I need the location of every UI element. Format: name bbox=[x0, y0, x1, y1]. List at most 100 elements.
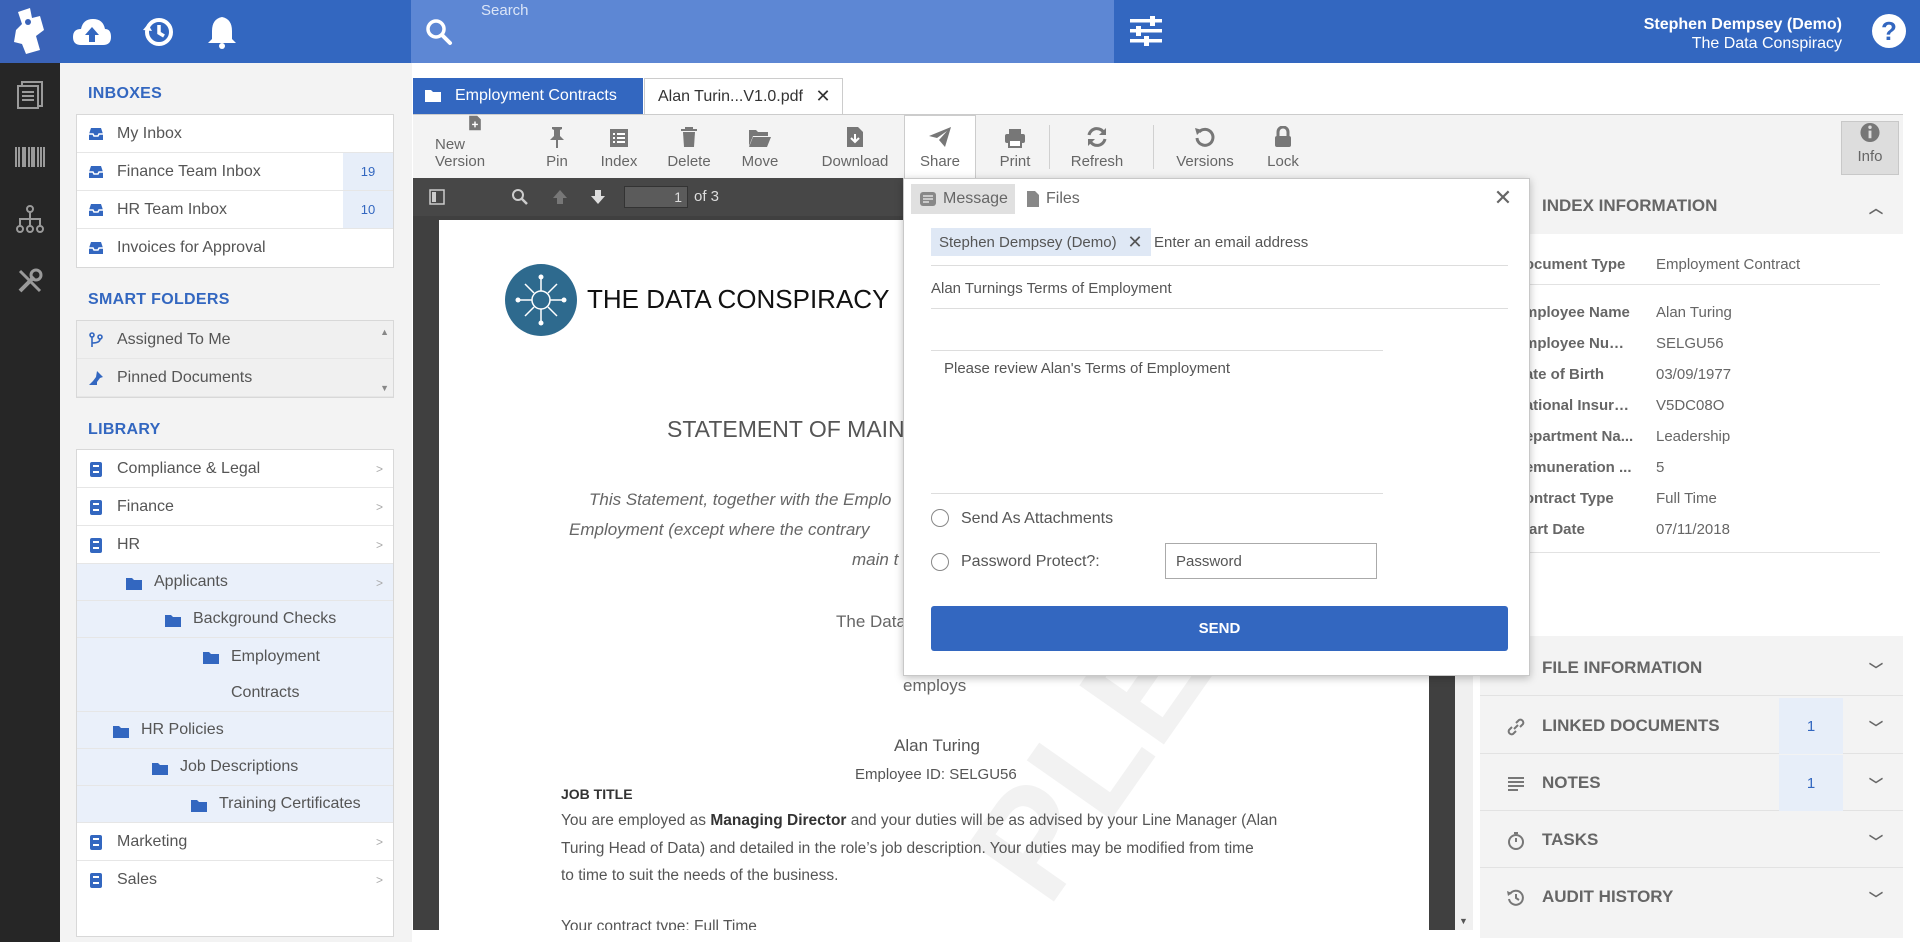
user-info[interactable]: Stephen Dempsey (Demo) The Data Conspira… bbox=[1644, 15, 1842, 53]
password-protect-radio[interactable] bbox=[931, 553, 949, 571]
chevron-down-icon[interactable]: ﹀ bbox=[1869, 660, 1883, 680]
library-item-employment-contracts[interactable]: Employment bbox=[77, 638, 393, 675]
inbox-item-invoices[interactable]: Invoices for Approval bbox=[77, 229, 393, 267]
library-item-job-descriptions[interactable]: Job Descriptions bbox=[77, 749, 393, 786]
library-item-background-checks[interactable]: Background Checks bbox=[77, 601, 393, 638]
move-button[interactable]: Move bbox=[735, 115, 785, 179]
sidebar-toggle-icon[interactable] bbox=[429, 189, 445, 210]
app-logo[interactable] bbox=[0, 0, 60, 63]
download-button[interactable]: Download bbox=[818, 115, 892, 179]
trash-icon bbox=[681, 127, 697, 147]
job-body-line-2: Turing Head of Data) and detailed in the… bbox=[561, 840, 1254, 857]
job-body-line-3: to time to suit the needs of the busines… bbox=[561, 867, 839, 884]
next-page-icon[interactable] bbox=[589, 188, 607, 211]
library-item-applicants[interactable]: Applicants > bbox=[77, 564, 393, 601]
smart-folder-pinned[interactable]: Pinned Documents bbox=[77, 359, 393, 397]
library-item-marketing[interactable]: Marketing > bbox=[77, 823, 393, 861]
index-information-fields: Document Type Employment Contract Employe… bbox=[1480, 234, 1903, 636]
share-tab-message[interactable]: Message bbox=[911, 184, 1015, 214]
chevron-down-icon[interactable]: ﹀ bbox=[1869, 832, 1883, 852]
body-text: You are employed as bbox=[561, 812, 711, 829]
chevron-down-icon[interactable]: ﹀ bbox=[1869, 775, 1883, 795]
index-information-header[interactable]: INDEX INFORMATION ︿ bbox=[1480, 178, 1903, 234]
print-button[interactable]: Print bbox=[989, 115, 1041, 179]
inbox-item-finance-team[interactable]: Finance Team Inbox 19 bbox=[77, 153, 393, 191]
library-tree: Compliance & Legal > Finance > HR > Appl… bbox=[76, 449, 394, 937]
help-icon[interactable]: ? bbox=[1872, 14, 1906, 48]
find-icon[interactable] bbox=[511, 188, 529, 211]
divider bbox=[931, 493, 1383, 494]
inbox-item-my-inbox[interactable]: My Inbox bbox=[77, 115, 393, 153]
documents-icon[interactable] bbox=[12, 77, 48, 113]
chevron-down-icon[interactable]: ﹀ bbox=[1869, 889, 1883, 909]
send-as-attachments-radio[interactable] bbox=[931, 509, 949, 527]
file-information-header[interactable]: FILE INFORMATION ﹀ bbox=[1480, 640, 1903, 696]
filter-sliders-icon[interactable] bbox=[1128, 15, 1164, 52]
library-item-employment-contracts-line2[interactable]: Contracts bbox=[77, 675, 393, 712]
library-item-compliance[interactable]: Compliance & Legal > bbox=[77, 450, 393, 488]
search-input[interactable] bbox=[481, 0, 1081, 20]
workflow-tree-icon[interactable] bbox=[12, 201, 48, 237]
barcode-icon[interactable] bbox=[12, 139, 48, 175]
email-input[interactable] bbox=[1154, 230, 1504, 254]
tasks-header[interactable]: TASKS ﹀ bbox=[1480, 812, 1903, 868]
send-button[interactable]: SEND bbox=[931, 606, 1508, 651]
page-number-input[interactable] bbox=[624, 186, 688, 208]
section-label: FILE INFORMATION bbox=[1542, 657, 1703, 677]
chevron-up-icon[interactable]: ︿ bbox=[1869, 198, 1883, 218]
library-label: Background Checks bbox=[193, 610, 337, 627]
info-button[interactable]: Info bbox=[1841, 121, 1899, 175]
cabinet-icon bbox=[90, 462, 102, 477]
smart-folder-label: Assigned To Me bbox=[117, 330, 231, 348]
page-count: of 3 bbox=[694, 188, 720, 205]
library-label: Employment bbox=[231, 647, 320, 665]
password-field[interactable] bbox=[1165, 543, 1377, 579]
versions-button[interactable]: Versions bbox=[1169, 115, 1241, 179]
library-item-hr-policies[interactable]: HR Policies bbox=[77, 712, 393, 749]
message-textarea[interactable]: Please review Alan's Terms of Employment bbox=[944, 360, 1230, 377]
employs-line: employs bbox=[903, 676, 967, 695]
recipient-chip: Stephen Dempsey (Demo) ✕ bbox=[931, 228, 1151, 256]
close-tab-icon[interactable]: ✕ bbox=[814, 87, 832, 105]
field-key: Employee Name bbox=[1514, 304, 1630, 321]
scroll-down-arrow-icon[interactable]: ▼ bbox=[1459, 916, 1468, 926]
delete-button[interactable]: Delete bbox=[662, 115, 716, 179]
remove-recipient-icon[interactable]: ✕ bbox=[1127, 233, 1142, 251]
index-button[interactable]: Index bbox=[594, 115, 644, 179]
tab-employment-contracts[interactable]: Employment Contracts bbox=[413, 78, 643, 114]
subject-field[interactable]: Alan Turnings Terms of Employment bbox=[931, 280, 1172, 297]
field-key: National Insura... bbox=[1514, 397, 1634, 414]
library-item-training-certificates[interactable]: Training Certificates bbox=[77, 786, 393, 823]
notification-bell-icon[interactable] bbox=[200, 10, 244, 54]
chevron-right-icon: > bbox=[375, 462, 383, 476]
new-version-button[interactable]: New Version bbox=[435, 115, 515, 179]
history-icon[interactable] bbox=[136, 10, 180, 54]
close-icon[interactable]: ✕ bbox=[1493, 187, 1513, 209]
tools-icon[interactable] bbox=[12, 263, 48, 299]
share-tab-files[interactable]: Files bbox=[1022, 184, 1080, 214]
search-icon[interactable] bbox=[425, 18, 453, 51]
tab-label: Alan Turin...V1.0.pdf bbox=[658, 87, 803, 105]
inbox-label: My Inbox bbox=[117, 124, 182, 142]
library-item-hr[interactable]: HR > bbox=[77, 526, 393, 564]
upload-cloud-icon[interactable] bbox=[70, 10, 114, 54]
scroll-up-arrow-icon[interactable]: ▲ bbox=[380, 327, 389, 337]
library-item-finance[interactable]: Finance > bbox=[77, 488, 393, 526]
lock-button[interactable]: Lock bbox=[1263, 115, 1303, 179]
chevron-down-icon[interactable]: ﹀ bbox=[1869, 718, 1883, 738]
linked-documents-header[interactable]: LINKED DOCUMENTS 1 ﹀ bbox=[1480, 698, 1903, 754]
previous-page-icon[interactable] bbox=[551, 188, 569, 211]
share-button[interactable]: Share bbox=[904, 115, 976, 179]
notes-header[interactable]: NOTES 1 ﹀ bbox=[1480, 755, 1903, 811]
toolbar-separator bbox=[1049, 125, 1050, 169]
field-key: Department Na... bbox=[1514, 428, 1634, 445]
inbox-item-hr-team[interactable]: HR Team Inbox 10 bbox=[77, 191, 393, 229]
contract-type-line: Your contract type: Full Time bbox=[561, 918, 757, 930]
refresh-button[interactable]: Refresh bbox=[1065, 115, 1129, 179]
audit-history-header[interactable]: AUDIT HISTORY ﹀ bbox=[1480, 869, 1903, 925]
smart-folder-assigned[interactable]: Assigned To Me bbox=[77, 321, 393, 359]
pin-button[interactable]: Pin bbox=[537, 115, 577, 179]
tab-document[interactable]: Alan Turin...V1.0.pdf ✕ bbox=[644, 78, 843, 114]
scroll-down-arrow-icon[interactable]: ▼ bbox=[380, 383, 389, 393]
library-item-sales[interactable]: Sales > bbox=[77, 861, 393, 899]
